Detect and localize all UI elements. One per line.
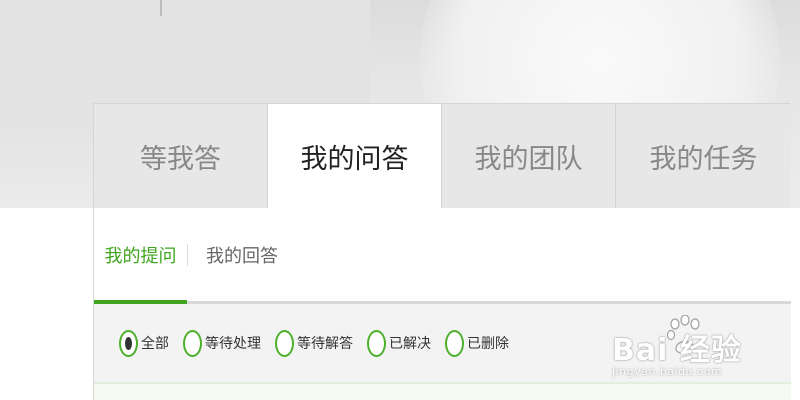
filter-resolved[interactable]: 已解决 bbox=[367, 329, 431, 357]
radio-button[interactable] bbox=[119, 329, 138, 357]
radio-selected-dot bbox=[125, 336, 132, 350]
filter-deleted[interactable]: 已删除 bbox=[445, 329, 509, 357]
tab-my-tasks[interactable]: 我的任务 bbox=[616, 104, 791, 208]
filter-pending-answer[interactable]: 等待解答 bbox=[275, 329, 353, 357]
filter-pending-processing[interactable]: 等待处理 bbox=[183, 329, 261, 357]
watermark-url: jingyan.baidu.com bbox=[612, 365, 723, 378]
radio-button[interactable] bbox=[275, 329, 294, 357]
filter-label: 等待解答 bbox=[297, 336, 353, 352]
tab-my-team[interactable]: 我的团队 bbox=[442, 104, 616, 208]
radio-button[interactable] bbox=[367, 329, 386, 357]
sub-tabs: 我的提问 我的回答 bbox=[94, 208, 791, 304]
main-tabs: 等我答 我的问答 我的团队 我的任务 bbox=[94, 104, 791, 208]
radio-button[interactable] bbox=[183, 329, 202, 357]
baidu-jingyan-watermark: Bai 经验 jingyan.baidu.com bbox=[612, 315, 792, 385]
radio-button[interactable] bbox=[445, 329, 464, 357]
filter-label: 已删除 bbox=[467, 336, 509, 352]
subtab-divider bbox=[187, 243, 188, 266]
filter-label: 已解决 bbox=[389, 336, 431, 352]
tab-my-qa[interactable]: 我的问答 bbox=[268, 104, 442, 208]
tab-wait-for-me[interactable]: 等我答 bbox=[94, 104, 268, 208]
filter-all[interactable]: 全部 bbox=[119, 329, 169, 357]
watermark-logo-text: Bai 经验 bbox=[612, 333, 742, 368]
filter-label: 等待处理 bbox=[205, 336, 261, 352]
subtab-my-questions[interactable]: 我的提问 bbox=[94, 208, 187, 304]
filter-label: 全部 bbox=[141, 336, 169, 352]
background-line bbox=[160, 0, 162, 16]
subtab-my-answers[interactable]: 我的回答 bbox=[202, 208, 282, 301]
